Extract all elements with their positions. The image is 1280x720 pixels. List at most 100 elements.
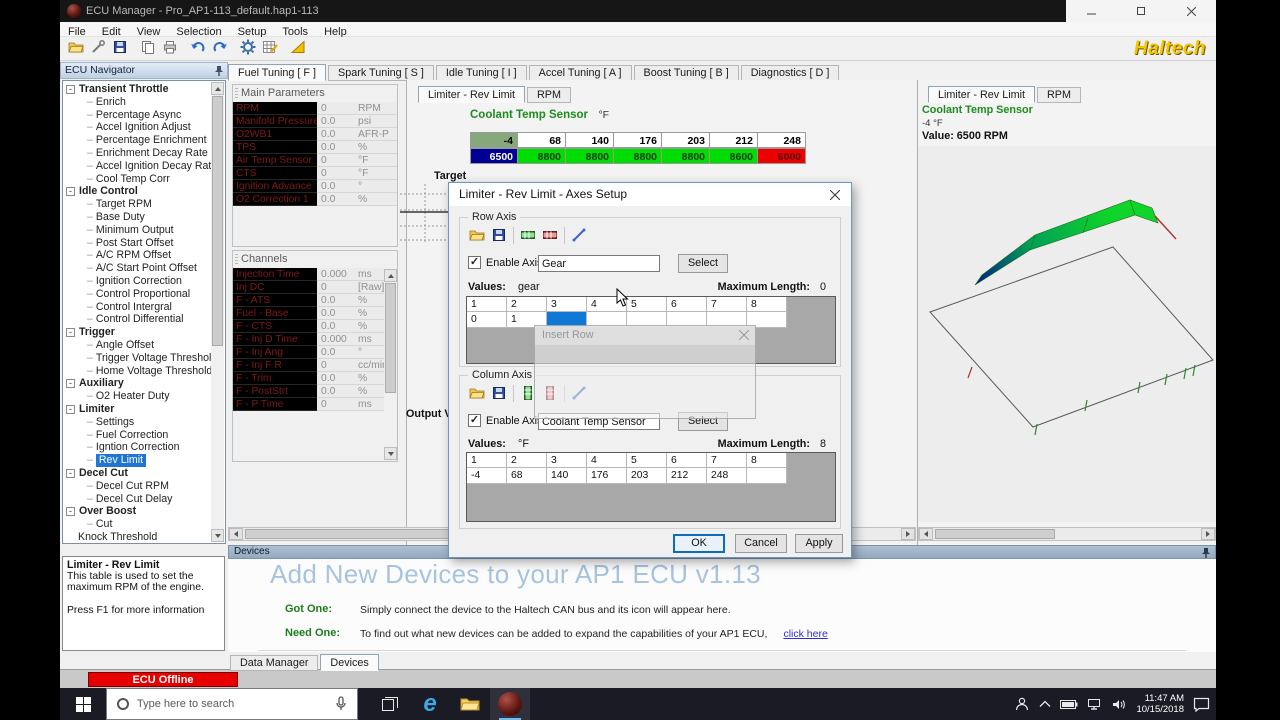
tab-right-0[interactable]: Limiter - Rev Limit [928, 86, 1035, 103]
axis-value-cell[interactable]: 203 [627, 468, 667, 484]
navigator-scrollbar[interactable] [211, 82, 224, 542]
tab-bottom-0[interactable]: Data Manager [230, 655, 319, 671]
value-cell[interactable]: 6000 [758, 148, 806, 164]
tree-item-settings[interactable]: Settings [65, 416, 211, 429]
tree-item-knock-threshold[interactable]: Knock Threshold [65, 531, 211, 541]
pin-icon[interactable] [1201, 547, 1211, 559]
network-icon[interactable] [1087, 698, 1103, 710]
tree-item-enrich[interactable]: Enrich [65, 96, 211, 109]
table-edit-button[interactable] [259, 37, 281, 57]
collapse-icon[interactable]: - [66, 379, 75, 389]
insert-row-green-button[interactable] [517, 225, 539, 245]
axis-header-cell[interactable]: 212 [710, 132, 758, 148]
tree-item-percentage-enrichment[interactable]: Percentage Enrichment [65, 134, 211, 147]
people-icon[interactable] [1014, 697, 1030, 711]
tab-tuning-5[interactable]: Diagnostics [ D ] [740, 65, 840, 81]
tree-item-rev-limit[interactable]: Rev Limit [65, 454, 211, 467]
tree-item-trigger-voltage-threshold[interactable]: Trigger Voltage Threshold [65, 352, 211, 365]
ecu-manager-taskbar-button[interactable] [490, 688, 530, 720]
axis-header-cell[interactable]: -4 [470, 132, 518, 148]
axis-value-cell[interactable]: 248 [707, 468, 747, 484]
column-axis-table[interactable]: 1 2 3 4 5 6 7 8 -4 68 140 176 203 212 248 [466, 452, 836, 522]
start-button[interactable] [60, 688, 106, 720]
save-file-button[interactable] [488, 225, 510, 245]
tree-item-trigger[interactable]: - Trigger [65, 326, 211, 339]
axis-value-cell[interactable]: 212 [667, 468, 707, 484]
open-file-button[interactable] [65, 37, 87, 57]
axis-value-cell[interactable] [747, 468, 787, 484]
search-input[interactable] [137, 698, 335, 710]
scrollbar-thumb[interactable] [212, 96, 223, 346]
collapse-icon[interactable]: - [66, 187, 75, 197]
row-axis-enable-checkbox[interactable]: ✓ [468, 256, 481, 269]
rev-limit-3d-plot[interactable] [918, 146, 1216, 522]
tab-right-1[interactable]: RPM [1037, 87, 1081, 103]
axis-index-cell[interactable]: 4 [587, 453, 627, 468]
tab-tuning-2[interactable]: Idle Tuning [ I ] [435, 65, 527, 81]
tree-item-ignition-correction[interactable]: Ignition Correction [65, 275, 211, 288]
value-cell[interactable]: 8800 [566, 148, 614, 164]
value-cell[interactable]: 8800 [614, 148, 662, 164]
axis-index-cell[interactable]: 8 [747, 297, 787, 312]
tree-item-auxiliary[interactable]: - Auxiliary [65, 377, 211, 390]
axis-index-cell[interactable]: 5 [627, 297, 667, 312]
close-icon[interactable] [739, 330, 749, 340]
save-file-button[interactable] [109, 37, 131, 57]
redo-button[interactable] [209, 37, 231, 57]
calibrate-triangle-button[interactable] [287, 37, 309, 57]
tree-item-over-boost[interactable]: - Over Boost [65, 505, 211, 518]
axis-value-cell[interactable]: 0 [467, 312, 507, 328]
axis-value-cell[interactable]: 140 [547, 468, 587, 484]
row-axis-input[interactable] [538, 255, 660, 272]
maximize-button[interactable] [1116, 0, 1166, 22]
taskbar-search[interactable] [106, 688, 358, 720]
axis-value-cell[interactable]: -4 [467, 468, 507, 484]
dialog-close-button[interactable] [819, 183, 851, 206]
axis-index-cell[interactable]: 2 [507, 297, 547, 312]
tree-item-decel-cut-rpm[interactable]: Decel Cut RPM [65, 480, 211, 493]
save-file-button[interactable] [488, 383, 510, 403]
tab-tuning-3[interactable]: Accel Tuning [ A ] [528, 65, 632, 81]
tree-item-control-differential[interactable]: Control Differential [65, 313, 211, 326]
tree-item-percentage-async[interactable]: Percentage Async [65, 109, 211, 122]
tree-item-angle-offset[interactable]: Angle Offset [65, 339, 211, 352]
scroll-left-button[interactable] [919, 528, 933, 540]
action-center-icon[interactable] [1193, 697, 1210, 712]
tree-item-accel-ignition-decay-rate[interactable]: Accel Ignition Decay Rate [65, 160, 211, 173]
tree-item-a-c-rpm-offset[interactable]: A/C RPM Offset [65, 249, 211, 262]
collapse-icon[interactable]: - [66, 468, 75, 478]
axis-value-cell[interactable]: 68 [507, 468, 547, 484]
pin-icon[interactable] [214, 65, 224, 77]
battery-icon[interactable] [1060, 699, 1078, 710]
tab-center-1[interactable]: RPM [527, 87, 571, 103]
tree-item-home-voltage-threshold[interactable]: Home Voltage Threshold [65, 365, 211, 378]
value-cell[interactable]: 8600 [710, 148, 758, 164]
tree-item-a-c-start-point-offset[interactable]: A/C Start Point Offset [65, 262, 211, 275]
collapse-icon[interactable]: - [66, 328, 75, 338]
axis-header-cell[interactable]: 203 [662, 132, 710, 148]
axis-index-cell[interactable]: 7 [707, 297, 747, 312]
show-hidden-icons-chevron[interactable] [1039, 700, 1051, 708]
tree-item-transient-throttle[interactable]: - Transient Throttle [65, 83, 211, 96]
scroll-down-button[interactable] [384, 447, 397, 460]
microphone-icon[interactable] [335, 696, 347, 712]
tree-item-fuel-correction[interactable]: Fuel Correction [65, 429, 211, 442]
speaker-icon[interactable] [1112, 698, 1127, 711]
tree-item-post-start-offset[interactable]: Post Start Offset [65, 237, 211, 250]
axis-index-cell[interactable]: 5 [627, 453, 667, 468]
task-view-button[interactable] [370, 688, 410, 720]
tree-item-idle-control[interactable]: - Idle Control [65, 185, 211, 198]
scroll-down-button[interactable] [211, 529, 224, 542]
axis-header-cell[interactable]: 140 [566, 132, 614, 148]
open-file-button[interactable] [466, 225, 488, 245]
edit-tool-button[interactable] [87, 37, 109, 57]
minimize-button[interactable] [1066, 0, 1116, 22]
axis-index-cell[interactable]: 1 [467, 453, 507, 468]
axis-index-cell[interactable]: 1 [467, 297, 507, 312]
collapse-icon[interactable]: - [66, 84, 75, 94]
axis-index-cell[interactable]: 3 [547, 297, 587, 312]
axis-header-cell[interactable]: 176 [614, 132, 662, 148]
tab-tuning-0[interactable]: Fuel Tuning [ F ] [228, 64, 327, 81]
edge-button[interactable]: e [410, 688, 450, 720]
open-file-button[interactable] [466, 383, 488, 403]
